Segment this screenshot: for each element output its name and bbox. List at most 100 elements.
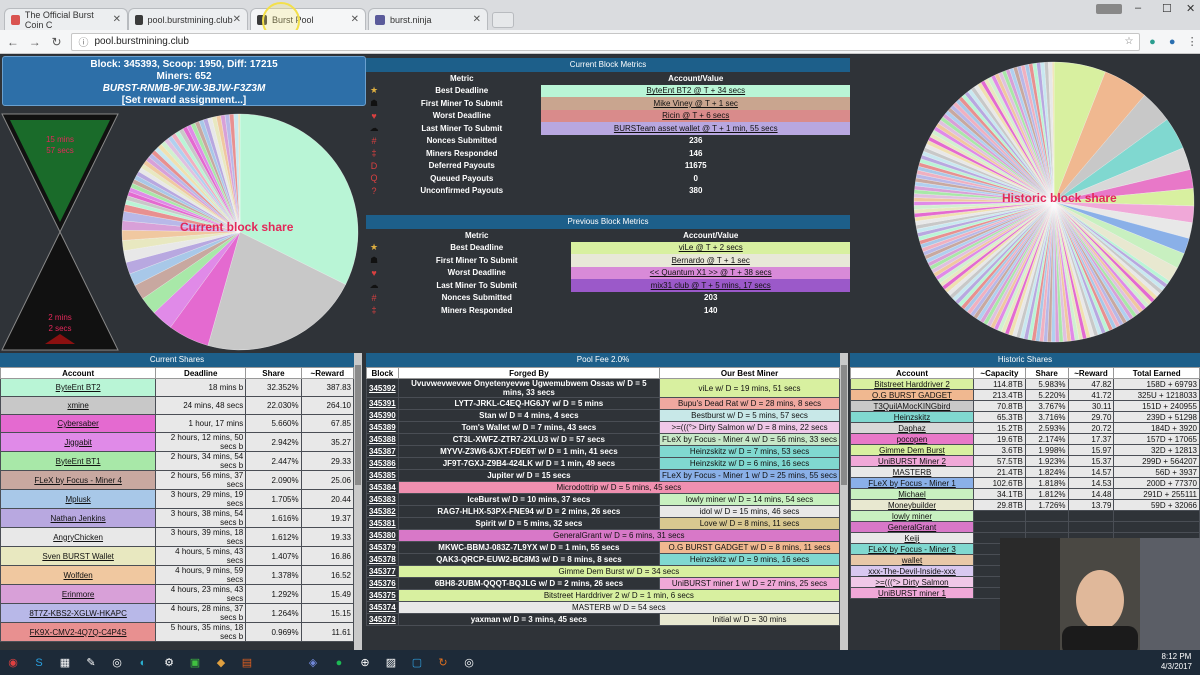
best-miner-cell[interactable]: Heinzskitz w/ D = 6 mins, 16 secs [659, 457, 840, 470]
account-link[interactable]: UniBURST miner 1 [850, 587, 974, 599]
forged-by-cell[interactable]: JF9T-7GXJ-Z9B4-424LK w/ D = 1 min, 49 se… [397, 457, 661, 470]
forged-by-cell[interactable]: Bitstreet Harddriver 2 w/ D = 1 min, 6 s… [397, 589, 840, 602]
tab-burst-coin[interactable]: The Official Burst Coin C ✕ [4, 8, 128, 30]
account-link[interactable]: Nathan Jenkins [0, 508, 157, 528]
set-reward-assignment-link[interactable]: [Set reward assignment...] [3, 95, 365, 107]
block-link[interactable]: 345386 [366, 457, 399, 470]
forged-by-cell[interactable]: yaxman w/ D = 3 mins, 45 secs [397, 613, 661, 626]
best-miner-cell[interactable]: FLeX by Focus - Miner 4 w/ D = 56 mins, … [659, 433, 840, 446]
forged-by-cell[interactable]: Jupiter w/ D = 15 secs [397, 469, 661, 482]
profile-badge[interactable] [1096, 4, 1122, 14]
best-miner-cell[interactable]: UniBURST miner 1 w/ D = 27 mins, 25 secs [659, 577, 840, 590]
forged-by-cell[interactable]: Gimme Dem Burst w/ D = 34 secs [397, 565, 840, 578]
discord-icon[interactable]: ◈ [303, 655, 323, 671]
extension-icon[interactable]: ● [1144, 36, 1160, 48]
account-link[interactable]: wallet [850, 554, 974, 566]
forged-by-cell[interactable]: MKWC-BBMJ-083Z-7L9YX w/ D = 1 min, 55 se… [397, 541, 661, 554]
scrollbar-thumb[interactable] [841, 365, 847, 485]
obs-icon[interactable]: ◎ [459, 655, 479, 671]
pool-fee-scrollbar[interactable] [840, 353, 848, 650]
best-miner-cell[interactable]: viLe w/ D = 19 mins, 51 secs [659, 378, 840, 398]
account-link[interactable]: Erinmore [0, 584, 157, 604]
best-miner-cell[interactable]: Heinzskitz w/ D = 9 mins, 16 secs [659, 553, 840, 566]
account-link[interactable]: Daphaz [850, 422, 974, 434]
metric-value-link[interactable]: BURSTeam asset wallet @ T + 1 min, 55 se… [541, 122, 850, 135]
forged-by-cell[interactable]: Uvuvwevwevwe Onyetenyevwe Ugwemubwem Oss… [397, 378, 661, 398]
account-link[interactable]: >=(((°> Dirty Salmon [850, 576, 974, 588]
best-miner-cell[interactable]: Bupu's Dead Rat w/ D = 28 mins, 8 secs [659, 397, 840, 410]
close-icon[interactable]: ✕ [473, 14, 481, 25]
media-icon[interactable]: ◐ [133, 655, 153, 671]
app-icon[interactable]: ◆ [211, 655, 231, 671]
spotify-icon[interactable]: ● [329, 655, 349, 671]
best-miner-cell[interactable]: FLeX by Focus - Miner 1 w/ D = 25 mins, … [659, 469, 840, 482]
forged-by-cell[interactable]: LYT7-JRKL-C4EQ-HG6JY w/ D = 5 mins [397, 397, 661, 410]
metric-value-link[interactable]: << Quantum X1 >> @ T + 38 secs [571, 266, 850, 279]
account-link[interactable]: ByteEnt BT1 [0, 451, 157, 471]
forged-by-cell[interactable]: MYVV-Z3W6-6JXT-FDE6T w/ D = 1 min, 41 se… [397, 445, 661, 458]
best-miner-cell[interactable]: Bestburst w/ D = 5 mins, 57 secs [659, 409, 840, 422]
forged-by-cell[interactable]: CT3L-XWFZ-ZTR7-2XLU3 w/ D = 57 secs [397, 433, 661, 446]
account-link[interactable]: MASTERB [850, 466, 974, 478]
current-shares-scrollbar[interactable] [354, 353, 362, 650]
forged-by-cell[interactable]: Microdottrip w/ D = 5 mins, 45 secs [397, 481, 840, 494]
account-link[interactable]: Mplusk [0, 489, 157, 509]
account-link[interactable]: GeneralGrant [850, 521, 974, 533]
maximize-icon[interactable]: ☐ [1162, 2, 1172, 15]
account-link[interactable]: FLeX by Focus - Miner 4 [0, 470, 157, 490]
reload-icon[interactable]: ↻ [48, 35, 66, 49]
block-link[interactable]: 345385 [366, 469, 399, 482]
metric-value-link[interactable]: mix31 club @ T + 5 mins, 17 secs [571, 279, 850, 292]
paint-icon[interactable]: ✎ [81, 655, 101, 671]
forged-by-cell[interactable]: RAG7-HLHX-53PX-FNE94 w/ D = 2 mins, 26 s… [397, 505, 661, 518]
forged-by-cell[interactable]: MASTERB w/ D = 54 secs [397, 601, 840, 614]
account-link[interactable]: Cybersaber [0, 414, 157, 433]
forged-by-cell[interactable]: QAK3-QRCP-EUW2-BC8M3 w/ D = 8 mins, 8 se… [397, 553, 661, 566]
account-link[interactable]: Sven BURST Wallet [0, 546, 157, 566]
best-miner-cell[interactable]: Heinzskitz w/ D = 7 mins, 53 secs [659, 445, 840, 458]
tools-icon[interactable]: ▣ [185, 655, 205, 671]
forged-by-cell[interactable]: Spirit w/ D = 5 mins, 32 secs [397, 517, 661, 530]
account-link[interactable]: FLeX by Focus - Miner 1 [850, 477, 974, 489]
metric-value-link[interactable]: Bernardo @ T + 1 sec [571, 254, 850, 267]
close-window-icon[interactable]: ✕ [1186, 2, 1195, 15]
page-info-icon[interactable]: ⓘ [78, 34, 88, 49]
account-link[interactable]: Wolfden [0, 565, 157, 585]
block-link[interactable]: 345380 [366, 529, 399, 542]
block-link[interactable]: 345383 [366, 493, 399, 506]
photos-icon[interactable]: ▨ [381, 655, 401, 671]
block-link[interactable]: 345388 [366, 433, 399, 446]
account-link[interactable]: UniBURST Miner 2 [850, 455, 974, 467]
calculator-icon[interactable]: ▦ [55, 655, 75, 671]
windows-start-icon[interactable]: ◉ [3, 655, 23, 671]
block-link[interactable]: 345375 [366, 589, 399, 602]
account-link[interactable]: Keiji [850, 532, 974, 544]
block-link[interactable]: 345390 [366, 409, 399, 422]
best-miner-cell[interactable]: lowly miner w/ D = 14 mins, 54 secs [659, 493, 840, 506]
forged-by-cell[interactable]: IceBurst w/ D = 10 mins, 37 secs [397, 493, 661, 506]
account-link[interactable]: FK9X-CMV2-4Q7Q-C4P4S [0, 622, 157, 642]
account-link[interactable]: Michael [850, 488, 974, 500]
block-link[interactable]: 345391 [366, 397, 399, 410]
account-link[interactable]: xxx-The-Devil-Inside-xxx [850, 565, 974, 577]
bookmark-star-icon[interactable]: ☆ [1125, 36, 1134, 47]
account-link[interactable]: FLeX by Focus - Miner 3 [850, 543, 974, 555]
block-link[interactable]: 345373 [366, 613, 399, 626]
app2-icon[interactable]: ⊕ [355, 655, 375, 671]
wordpad-icon[interactable]: ⚙ [159, 655, 179, 671]
forged-by-cell[interactable]: GeneralGrant w/ D = 6 mins, 31 secs [397, 529, 840, 542]
taskbar-clock[interactable]: 8:12 PM 4/3/2017 [1161, 652, 1192, 672]
metric-value-link[interactable]: viLe @ T + 2 secs [571, 241, 850, 254]
block-link[interactable]: 345392 [366, 378, 399, 398]
metric-value-link[interactable]: ByteEnt BT2 @ T + 34 secs [541, 84, 850, 97]
forged-by-cell[interactable]: Tom's Wallet w/ D = 7 mins, 43 secs [397, 421, 661, 434]
account-link[interactable]: Moneybuilder [850, 499, 974, 511]
chrome-alt-icon[interactable]: ◎ [107, 655, 127, 671]
account-link[interactable]: T3QuilAMocKINGbird [850, 400, 974, 412]
explorer-icon[interactable]: ▤ [237, 655, 257, 671]
best-miner-cell[interactable]: Initial w/ D = 30 mins [659, 613, 840, 626]
account-link[interactable]: Bitstreet Harddriver 2 [850, 378, 974, 390]
close-icon[interactable]: ✕ [113, 14, 121, 25]
account-link[interactable]: ByteEnt BT2 [0, 378, 157, 397]
app3-icon[interactable]: ▢ [407, 655, 427, 671]
